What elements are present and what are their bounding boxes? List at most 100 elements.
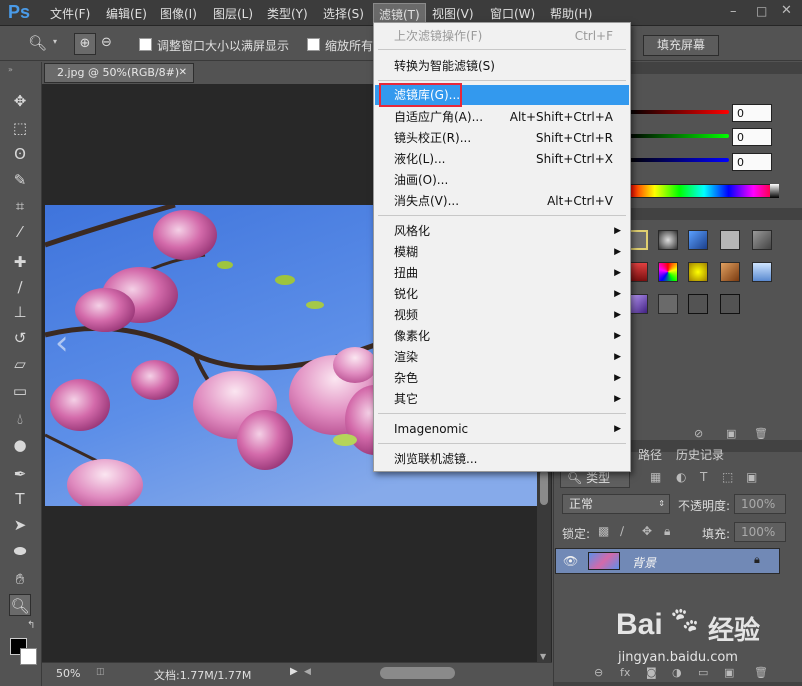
style-swatch-1[interactable]: [628, 230, 648, 250]
style-swatch-12[interactable]: [658, 294, 678, 314]
zoom-all-checkbox[interactable]: [307, 38, 320, 51]
shape-filter-icon[interactable]: ⬚: [722, 470, 733, 484]
menu-item-liquify[interactable]: 液化(L)... Shift+Ctrl+X: [375, 149, 629, 169]
brush-tool-icon[interactable]: ∕: [9, 276, 31, 298]
menu-file[interactable]: 文件(F): [50, 5, 90, 22]
fill-field[interactable]: 100%: [734, 522, 786, 542]
menu-item-video[interactable]: 视频 ▶: [375, 305, 629, 325]
style-swatch-3[interactable]: [688, 230, 708, 250]
menu-select[interactable]: 选择(S): [323, 5, 364, 22]
eraser-tool-icon[interactable]: ▱: [9, 353, 31, 375]
zoom-out-icon[interactable]: ⊖: [101, 35, 112, 50]
menu-type[interactable]: 类型(Y): [267, 5, 308, 22]
color-spectrum-ramp[interactable]: [629, 184, 779, 198]
quick-select-tool-icon[interactable]: ✎: [9, 169, 31, 191]
fill-screen-button[interactable]: 填充屏幕: [643, 35, 719, 56]
green-slider[interactable]: [629, 134, 729, 138]
close-tab-icon[interactable]: ✕: [179, 64, 187, 82]
menu-item-stylize[interactable]: 风格化 ▶: [375, 221, 629, 241]
menu-filter[interactable]: 滤镜(T): [373, 3, 426, 23]
delete-style-icon[interactable]: 🗑︎: [754, 427, 768, 440]
menu-item-adaptive-wide-angle[interactable]: 自适应广角(A)... Alt+Shift+Ctrl+A: [375, 107, 629, 127]
zoom-level[interactable]: 50%: [56, 667, 80, 680]
menu-item-oil-paint[interactable]: 油画(O)...: [375, 170, 629, 190]
style-swatch-14[interactable]: [720, 294, 740, 314]
lock-transparent-icon[interactable]: ▩: [598, 524, 609, 538]
type-filter-icon[interactable]: T: [700, 470, 707, 484]
zoom-tool-active-icon[interactable]: 🔍︎: [9, 594, 31, 616]
menu-image[interactable]: 图像(I): [160, 5, 197, 22]
bw-ramp[interactable]: [770, 184, 779, 198]
red-slider[interactable]: [629, 110, 729, 114]
menu-item-last-filter[interactable]: 上次滤镜操作(F) Ctrl+F: [375, 26, 629, 46]
prev-image-arrow-icon[interactable]: ‹: [55, 323, 69, 363]
menu-layer[interactable]: 图层(L): [213, 5, 253, 22]
style-swatch-2[interactable]: [658, 230, 678, 250]
style-swatch-7[interactable]: [658, 262, 678, 282]
vertical-scrollbar-thumb[interactable]: [540, 470, 548, 505]
document-tab[interactable]: 2.jpg @ 50%(RGB/8#) ✕: [44, 63, 194, 83]
minimize-icon[interactable]: –: [730, 4, 737, 19]
menu-item-sharpen[interactable]: 锐化 ▶: [375, 284, 629, 304]
marquee-tool-icon[interactable]: ⬚: [9, 117, 31, 139]
resize-window-checkbox[interactable]: [139, 38, 152, 51]
blue-value[interactable]: 0: [732, 153, 772, 171]
swap-colors-icon[interactable]: ↰: [27, 620, 35, 631]
maximize-icon[interactable]: □: [756, 4, 767, 18]
style-swatch-4[interactable]: [720, 230, 740, 250]
style-swatch-8[interactable]: [688, 262, 708, 282]
pixel-filter-icon[interactable]: ▦: [650, 470, 661, 484]
tab-paths[interactable]: 路径: [638, 446, 662, 463]
tab-history[interactable]: 历史记录: [676, 446, 724, 463]
menu-item-blur[interactable]: 模糊 ▶: [375, 242, 629, 262]
move-tool-icon[interactable]: ✥: [9, 90, 31, 112]
scroll-down-arrow-icon[interactable]: ▼: [540, 652, 546, 661]
blend-mode-select[interactable]: 正常 ⇕: [562, 494, 670, 514]
lock-pixels-icon[interactable]: ∕: [620, 524, 624, 538]
menu-item-other[interactable]: 其它 ▶: [375, 389, 629, 409]
lasso-tool-icon[interactable]: ʘ: [9, 143, 31, 165]
smart-object-filter-icon[interactable]: ▣: [746, 470, 757, 484]
red-value[interactable]: 0: [732, 104, 772, 122]
dodge-tool-icon[interactable]: ●: [9, 434, 31, 456]
ellipse-tool-icon[interactable]: ⬬: [9, 540, 31, 562]
clone-stamp-tool-icon[interactable]: ⊥: [9, 301, 31, 323]
history-brush-tool-icon[interactable]: ↺: [9, 327, 31, 349]
opacity-field[interactable]: 100%: [734, 494, 786, 514]
menu-item-imagenomic[interactable]: Imagenomic ▶: [375, 419, 629, 439]
tool-preset-chevron-icon[interactable]: ▾: [53, 37, 57, 46]
menu-item-noise[interactable]: 杂色 ▶: [375, 368, 629, 388]
clear-style-icon[interactable]: ⊘: [694, 427, 703, 440]
menu-item-pixelate[interactable]: 像素化 ▶: [375, 326, 629, 346]
layer-row-background[interactable]: 👁︎ 背景 🔒︎: [555, 548, 780, 574]
close-icon[interactable]: ✕: [781, 3, 792, 18]
blur-tool-icon[interactable]: 💧︎: [9, 408, 31, 430]
lock-all-icon[interactable]: 🔒︎: [664, 524, 670, 539]
scroll-left-arrow-icon[interactable]: ◀: [304, 667, 311, 677]
visibility-eye-icon[interactable]: 👁︎: [563, 554, 578, 568]
healing-brush-tool-icon[interactable]: ✚: [9, 251, 31, 273]
status-menu-arrow-icon[interactable]: ▶: [290, 666, 298, 677]
type-tool-icon[interactable]: T: [9, 488, 31, 510]
style-swatch-9[interactable]: [720, 262, 740, 282]
style-swatch-13[interactable]: [688, 294, 708, 314]
crop-tool-icon[interactable]: ⌗: [9, 195, 31, 217]
zoom-tool-icon[interactable]: 🔍︎: [28, 34, 47, 52]
menu-edit[interactable]: 编辑(E): [106, 5, 147, 22]
new-style-icon[interactable]: ▣: [726, 427, 736, 440]
menu-item-render[interactable]: 渲染 ▶: [375, 347, 629, 367]
zoom-preview-icon[interactable]: ◫: [96, 667, 105, 677]
style-swatch-10[interactable]: [752, 262, 772, 282]
green-value[interactable]: 0: [732, 128, 772, 146]
menu-item-browse-online-filters[interactable]: 浏览联机滤镜...: [375, 449, 629, 469]
style-swatch-6[interactable]: [628, 262, 648, 282]
adjustment-filter-icon[interactable]: ◐: [676, 470, 686, 484]
style-swatch-11[interactable]: [628, 294, 648, 314]
blue-slider[interactable]: [629, 158, 729, 162]
zoom-in-icon[interactable]: ⊕: [74, 33, 96, 55]
collapse-arrows-icon[interactable]: »: [8, 65, 13, 74]
pen-tool-icon[interactable]: ✒: [9, 463, 31, 485]
horizontal-scrollbar-thumb[interactable]: [380, 667, 455, 679]
menu-window[interactable]: 窗口(W): [490, 5, 535, 22]
style-swatch-5[interactable]: [752, 230, 772, 250]
